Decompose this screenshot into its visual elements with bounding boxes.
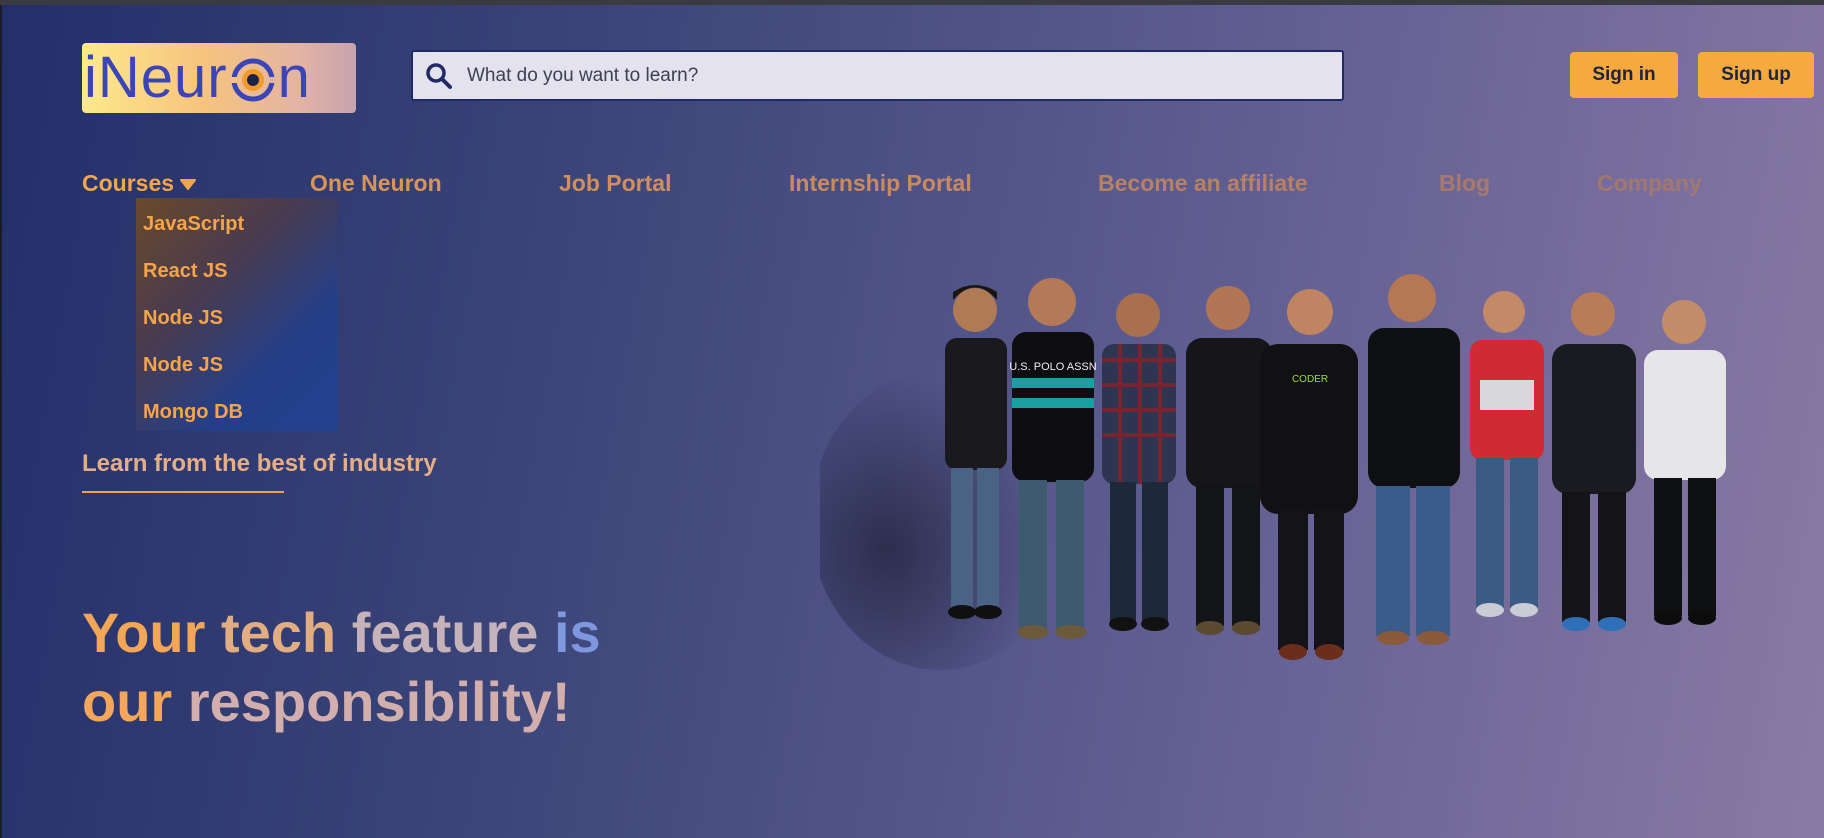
search-bar[interactable] <box>411 50 1344 101</box>
nav-courses-label: Courses <box>82 170 175 196</box>
person-9 <box>1644 300 1726 625</box>
team-photo: U.S. POLO ASSN CODER <box>820 274 1726 670</box>
hero-line-2: our responsibility! <box>82 667 601 736</box>
course-item-javascript[interactable]: JavaScript <box>136 213 338 260</box>
hero-heading: Your tech feature is our responsibility! <box>82 598 601 736</box>
window-left-edge <box>0 5 2 838</box>
caret-down-icon <box>180 178 197 190</box>
hero-word: is <box>553 601 601 664</box>
nav-blog[interactable]: Blog <box>1439 170 1490 197</box>
logo-text-end: n <box>277 45 311 110</box>
logo-wordmark: iNeur n <box>82 49 311 107</box>
search-icon <box>426 62 452 89</box>
sign-in-button[interactable]: Sign in <box>1570 52 1678 98</box>
course-item-node-js[interactable]: Node JS <box>136 307 338 354</box>
nav-internship-portal[interactable]: Internship Portal <box>789 170 972 197</box>
nav-company[interactable]: Company <box>1597 170 1702 197</box>
browser-top-border <box>0 0 1824 5</box>
courses-dropdown-menu: JavaScript React JS Node JS Node JS Mong… <box>136 198 338 431</box>
search-input[interactable] <box>465 63 1342 88</box>
shirt-text: U.S. POLO ASSN <box>1009 361 1096 373</box>
person-8 <box>1552 292 1636 631</box>
nav-job-portal[interactable]: Job Portal <box>559 170 671 197</box>
shirt-text: CODER <box>1292 374 1328 385</box>
course-item-react-js[interactable]: React JS <box>136 260 338 307</box>
logo-text-start: iNeur <box>84 45 228 110</box>
person-4 <box>1186 286 1272 635</box>
course-item-mongo-db[interactable]: Mongo DB <box>136 401 338 448</box>
hero-word: our <box>82 670 173 733</box>
person-3 <box>1102 293 1176 631</box>
neuron-o-icon <box>230 58 275 102</box>
sign-up-button[interactable]: Sign up <box>1698 52 1814 98</box>
tagline: Learn from the best of industry <box>82 450 437 477</box>
hero-word: tech <box>220 601 337 664</box>
nav-one-neuron[interactable]: One Neuron <box>310 170 442 197</box>
ineuron-logo[interactable]: iNeur n <box>82 43 356 113</box>
hero-word: Your <box>82 601 206 664</box>
person-6 <box>1368 274 1460 645</box>
person-5: CODER <box>1260 289 1358 660</box>
nav-courses[interactable]: Courses <box>82 170 197 197</box>
person-7 <box>1470 291 1544 617</box>
tagline-underline <box>82 491 284 493</box>
nav-become-affiliate[interactable]: Become an affiliate <box>1098 170 1308 197</box>
hero-word: feature <box>351 601 539 664</box>
course-item-node-js-2[interactable]: Node JS <box>136 354 338 401</box>
hero-word: responsibility! <box>187 670 571 733</box>
hero-line-1: Your tech feature is <box>82 598 601 667</box>
